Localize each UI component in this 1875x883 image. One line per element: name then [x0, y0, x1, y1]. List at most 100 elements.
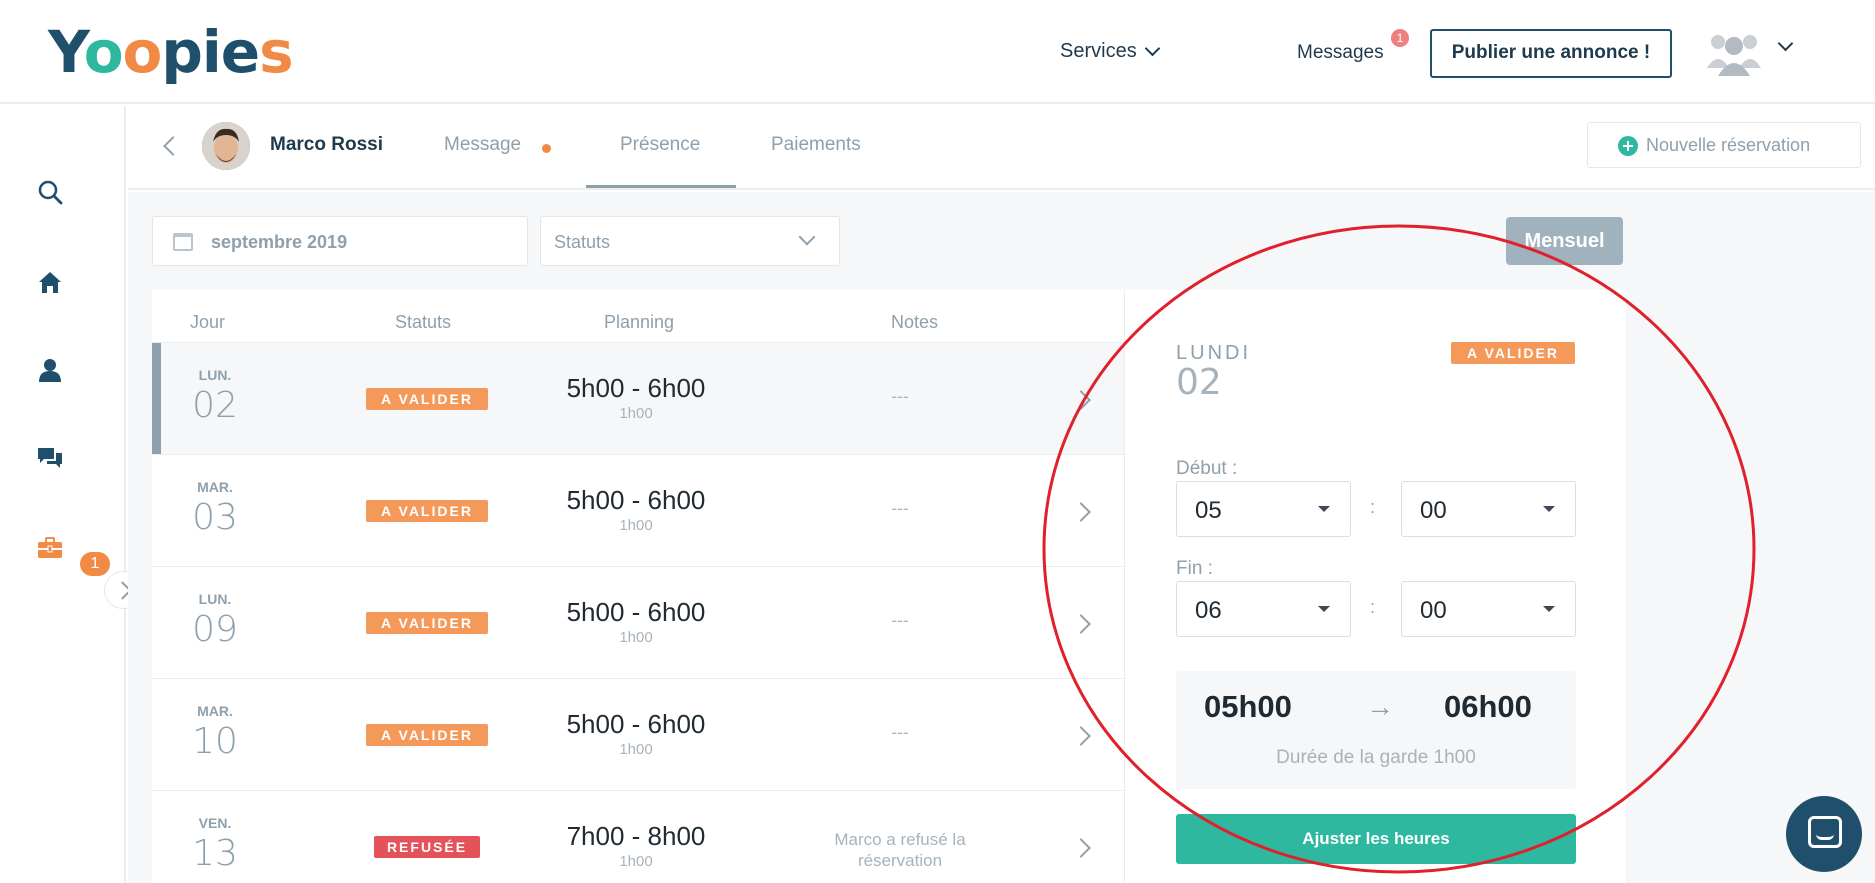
logo-letter-s: s: [259, 18, 294, 86]
tab-presence[interactable]: Présence: [620, 134, 700, 156]
row-day-number: 02: [192, 385, 238, 426]
new-reservation-label: Nouvelle réservation: [1646, 135, 1811, 155]
row-note: ---: [891, 723, 909, 742]
row-duration: 1h00: [619, 741, 653, 758]
status-badge: REFUSÉE: [374, 836, 480, 858]
row-duration: 1h00: [619, 405, 653, 422]
end-hour-value: 06: [1195, 597, 1222, 624]
row-day-number: 10: [192, 721, 238, 762]
detail-day-number: 02: [1176, 362, 1222, 403]
status-badge: A VALIDER: [366, 500, 488, 522]
tab-payments[interactable]: Paiements: [771, 134, 861, 156]
person-name[interactable]: Marco Rossi: [270, 134, 383, 156]
logo-letters-pie: pie: [161, 18, 260, 86]
row-note-line: Marco a refusé la: [834, 830, 966, 849]
start-hour-select[interactable]: 05: [1176, 481, 1351, 537]
tab-message[interactable]: Message: [444, 134, 521, 156]
end-minute-select[interactable]: 00: [1401, 581, 1576, 637]
status-badge: A VALIDER: [366, 612, 488, 634]
row-note: ---: [891, 611, 909, 630]
row-duration: 1h00: [619, 853, 653, 870]
month-picker[interactable]: septembre 2019: [152, 216, 528, 266]
time-separator: :: [1370, 597, 1376, 617]
caret-down-icon: [1543, 606, 1555, 612]
start-minute-value: 00: [1420, 497, 1447, 524]
arrow-right-icon: →: [1366, 691, 1394, 722]
duration-label: Durée de la garde 1h00: [1276, 747, 1476, 768]
new-reservation-button[interactable]: Nouvelle réservation: [1587, 122, 1861, 168]
row-day-name: MAR.: [197, 703, 233, 719]
row-note: ---: [891, 387, 909, 406]
logo-letter-o2: o: [122, 18, 163, 86]
caret-down-icon: [1318, 506, 1330, 512]
row-day-name: MAR.: [197, 479, 233, 495]
row-day-number: 13: [192, 833, 238, 874]
yoopies-logo[interactable]: Yoopies: [48, 18, 294, 86]
summary-end-time: 06h00: [1444, 689, 1532, 724]
chevron-down-icon: [1144, 40, 1160, 57]
start-label: Début :: [1176, 458, 1238, 479]
user-group-avatar-icon[interactable]: [1706, 28, 1762, 78]
status-placeholder: Statuts: [554, 232, 611, 252]
caret-down-icon: [1318, 606, 1330, 612]
back-chevron-icon[interactable]: [163, 136, 183, 156]
user-icon[interactable]: [36, 356, 64, 384]
adjust-hours-button[interactable]: Ajuster les heures: [1176, 814, 1576, 864]
logo-letter-o1: o: [83, 18, 124, 86]
status-badge: A VALIDER: [366, 724, 488, 746]
person-photo-icon: [202, 122, 250, 170]
table-row[interactable]: VEN. 13 REFUSÉE 7h00 - 8h00 1h00 Marco a…: [152, 790, 1124, 883]
home-icon[interactable]: [36, 268, 64, 296]
chevron-right-icon: [1071, 390, 1091, 410]
detail-status-badge: A VALIDER: [1451, 342, 1575, 364]
header-status: Statuts: [395, 312, 452, 332]
row-day-number: 09: [192, 609, 238, 650]
top-header: Yoopies Services Messages 1 Publier une …: [0, 0, 1875, 104]
time-separator: :: [1370, 497, 1376, 517]
chevron-right-icon[interactable]: [1071, 502, 1091, 522]
chat-icon[interactable]: [36, 444, 64, 472]
chevron-right-icon[interactable]: [1071, 614, 1091, 634]
presence-table: Jour Statuts Planning Notes LUN. 02 A VA…: [152, 290, 1124, 883]
time-summary: 05h00 → 06h00 Durée de la garde 1h00: [1176, 671, 1576, 789]
row-note: Marco a refusé la réservation: [812, 829, 988, 871]
services-menu[interactable]: Services: [1060, 40, 1160, 63]
row-duration: 1h00: [619, 629, 653, 646]
account-chevron-down-icon[interactable]: [1777, 35, 1794, 52]
row-planning: 5h00 - 6h00: [566, 597, 706, 627]
chat-launcher-button[interactable]: [1786, 796, 1862, 872]
publish-ad-button[interactable]: Publier une annonce !: [1430, 29, 1672, 78]
start-minute-select[interactable]: 00: [1401, 481, 1576, 537]
search-icon[interactable]: [36, 178, 64, 206]
row-day-name: LUN.: [198, 591, 232, 607]
briefcase-icon[interactable]: [36, 534, 64, 562]
table-row[interactable]: LUN. 02 A VALIDER 5h00 - 6h00 1h00 ---: [152, 342, 1124, 455]
messages-link[interactable]: Messages: [1297, 42, 1384, 64]
main-content: septembre 2019 Statuts Mensuel Jour Stat…: [128, 192, 1875, 883]
person-avatar: [202, 122, 250, 170]
chat-bubble-icon: [1808, 816, 1842, 848]
calendar-icon: [173, 233, 193, 251]
status-select[interactable]: Statuts: [540, 216, 840, 266]
row-day-name: LUN.: [198, 367, 232, 383]
table-row[interactable]: MAR. 03 A VALIDER 5h00 - 6h00 1h00 ---: [152, 454, 1124, 566]
chat-count-badge: 1: [80, 552, 110, 576]
start-hour-value: 05: [1195, 497, 1222, 524]
chevron-right-icon[interactable]: [1071, 838, 1091, 858]
chevron-right-icon[interactable]: [1071, 726, 1091, 746]
left-sidebar: 1: [0, 106, 142, 883]
active-tab-indicator: [586, 185, 736, 188]
table-row[interactable]: MAR. 10 A VALIDER 5h00 - 6h00 1h00 ---: [152, 678, 1124, 790]
summary-start-time: 05h00: [1204, 689, 1292, 724]
row-planning: 5h00 - 6h00: [566, 373, 706, 403]
table-row[interactable]: LUN. 09 A VALIDER 5h00 - 6h00 1h00 ---: [152, 566, 1124, 678]
monthly-view-button[interactable]: Mensuel: [1506, 217, 1623, 265]
end-hour-select[interactable]: 06: [1176, 581, 1351, 637]
row-day-name: VEN.: [198, 815, 232, 831]
header-planning: Planning: [604, 312, 675, 332]
row-note-line: réservation: [857, 851, 943, 870]
day-detail-panel: LUNDI 02 A VALIDER Début : 05 : 00 Fin :…: [1124, 290, 1626, 883]
row-day-number: 03: [192, 497, 238, 538]
row-planning: 5h00 - 6h00: [566, 709, 706, 739]
status-badge: A VALIDER: [366, 388, 488, 410]
